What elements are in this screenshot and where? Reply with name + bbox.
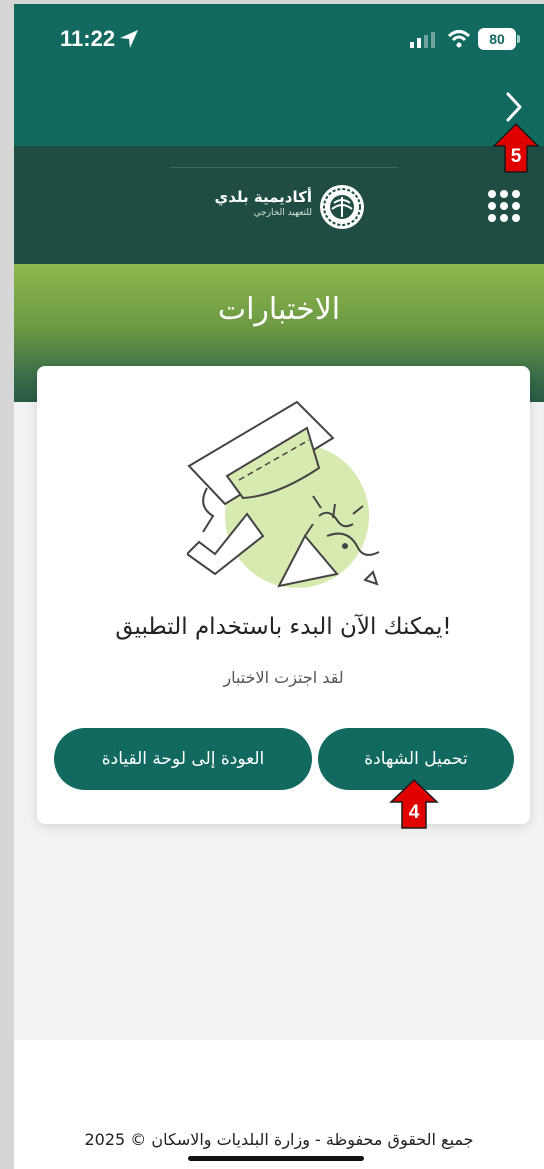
home-indicator[interactable]	[188, 1156, 364, 1161]
success-heading: يمكنك الآن البدء باستخدام التطبيق!	[115, 614, 452, 640]
annotation-number: 5	[510, 146, 522, 167]
wifi-icon	[447, 30, 471, 48]
logo-subtitle: للتعهيد الخارجي	[253, 208, 312, 218]
success-subtext: لقد اجتزت الاختبار	[223, 668, 344, 687]
annotation-number: 4	[408, 802, 420, 823]
chevron-right-icon[interactable]	[500, 90, 528, 124]
apps-grid-icon[interactable]	[488, 190, 520, 222]
location-arrow-icon	[120, 30, 138, 48]
back-to-dashboard-button[interactable]: العودة إلى لوحة القيادة	[54, 728, 312, 790]
status-time: 11:22	[60, 26, 116, 51]
logo-title: أكاديمية بلدي	[214, 188, 313, 206]
battery-level: 80	[478, 28, 516, 50]
logo-emblem-icon	[320, 185, 364, 229]
footer-copyright: جميع الحقوق محفوظة - وزارة البلديات والا…	[84, 1130, 474, 1149]
graduation-celebration-icon	[187, 400, 380, 588]
annotation-marker-4: 4	[388, 778, 440, 830]
header-divider	[170, 167, 398, 168]
battery-indicator: 80	[478, 28, 520, 50]
footer	[14, 1040, 544, 1169]
page-title: الاختبارات	[217, 292, 341, 327]
annotation-marker-5: 5	[491, 122, 541, 174]
success-card: يمكنك الآن البدء باستخدام التطبيق! لقد ا…	[37, 366, 530, 824]
cellular-signal-icon	[410, 32, 435, 48]
